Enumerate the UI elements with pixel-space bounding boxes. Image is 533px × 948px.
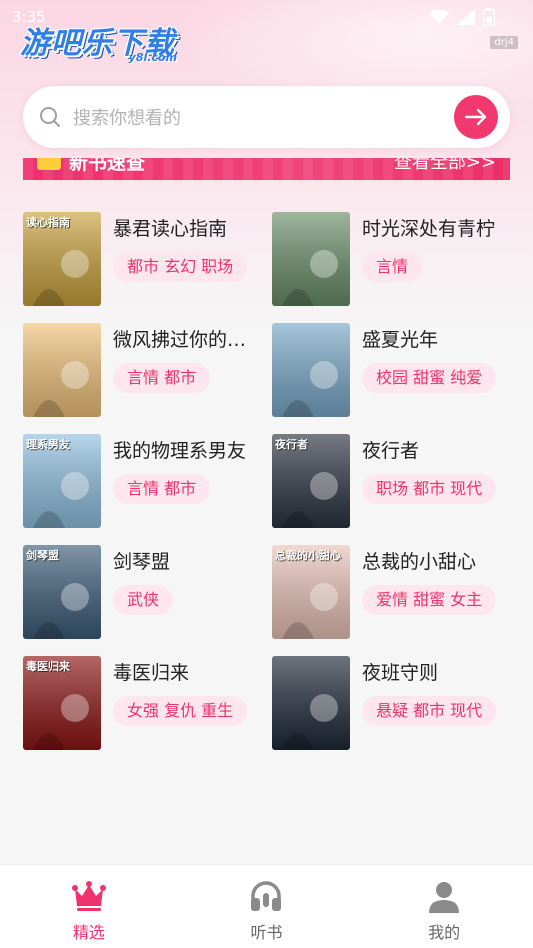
book-card[interactable]: 微风拂过你的… 言情 都市 <box>23 323 263 419</box>
search-icon <box>40 107 60 127</box>
book-card[interactable]: 夜班守则悬疑 都市 现代 <box>272 656 512 752</box>
book-cover[interactable] <box>272 212 350 306</box>
book-card[interactable]: 时光深处有青柠 言情 <box>272 212 512 308</box>
book-card[interactable]: 总裁的小甜心 总裁的小甜心爱情 甜蜜 女主 <box>272 545 512 641</box>
book-title[interactable]: 总裁的小甜心 <box>362 549 507 575</box>
book-card[interactable]: 毒医归来 毒医归来女强 复仇 重生 <box>23 656 263 752</box>
view-all-link[interactable]: 查看全部>> <box>394 158 496 174</box>
book-card[interactable]: 剑琴盟 剑琴盟武侠 <box>23 545 263 641</box>
book-title[interactable]: 夜班守则 <box>362 660 507 686</box>
book-tags: 女强 复仇 重生 <box>113 696 248 726</box>
search-input[interactable]: 搜索你想看的 <box>73 104 454 130</box>
book-icon <box>37 158 61 170</box>
cover-title-text: 剑琴盟 <box>26 549 59 562</box>
book-cover[interactable]: 总裁的小甜心 <box>272 545 350 639</box>
book-title[interactable]: 盛夏光年 <box>362 327 507 353</box>
book-title[interactable]: 我的物理系男友 <box>113 438 258 464</box>
book-card[interactable]: 盛夏光年校园 甜蜜 纯爱 <box>272 323 512 419</box>
signal-icon <box>457 9 475 25</box>
crown-icon <box>71 881 106 911</box>
wifi-icon <box>429 9 449 24</box>
logo-subtext: y8l.com <box>128 51 177 64</box>
cover-title-text: 夜行者 <box>275 438 308 451</box>
book-cover[interactable] <box>272 656 350 750</box>
app-logo: 游吧乐下载 y8l.com <box>20 18 185 68</box>
book-tags: 言情 都市 <box>113 474 211 504</box>
book-title[interactable]: 暴君读心指南 <box>113 216 258 242</box>
book-card[interactable]: 读心指南 暴君读心指南都市 玄幻 职场 <box>23 212 263 308</box>
user-icon <box>429 882 460 913</box>
book-cover[interactable]: 夜行者 <box>272 434 350 528</box>
book-tags: 武侠 <box>113 585 174 615</box>
search-submit-button[interactable] <box>454 95 498 139</box>
book-title[interactable]: 剑琴盟 <box>113 549 258 575</box>
cover-title-text: 毒医归来 <box>26 660 70 673</box>
cover-title-text: 理系男友 <box>26 438 70 451</box>
section-title: 新书速查 <box>69 158 146 174</box>
book-cover[interactable]: 毒医归来 <box>23 656 101 750</box>
tab-label: 我的 <box>428 923 461 942</box>
bottom-tab-bar: 精选 听书 我的 <box>0 864 533 948</box>
tab-audiobook[interactable]: 听书 <box>206 865 326 943</box>
book-cover[interactable] <box>23 323 101 417</box>
book-title[interactable]: 毒医归来 <box>113 660 258 686</box>
book-card[interactable]: 夜行者 夜行者职场 都市 现代 <box>272 434 512 530</box>
tab-label: 精选 <box>72 923 105 942</box>
arrow-right-icon <box>464 108 487 126</box>
book-title[interactable]: 微风拂过你的… <box>113 327 258 353</box>
book-title[interactable]: 时光深处有青柠 <box>362 216 507 242</box>
tab-profile[interactable]: 我的 <box>384 865 504 943</box>
book-cover[interactable]: 理系男友 <box>23 434 101 528</box>
watermark: drj4 <box>490 36 518 49</box>
search-bar[interactable]: 搜索你想看的 <box>23 86 510 148</box>
book-tags: 校园 甜蜜 纯爱 <box>362 363 497 393</box>
headphones-icon <box>251 881 282 911</box>
battery-icon <box>483 8 495 26</box>
book-cover[interactable] <box>272 323 350 417</box>
cover-title-text: 总裁的小甜心 <box>275 549 341 562</box>
book-tags: 职场 都市 现代 <box>362 474 497 504</box>
book-cover[interactable]: 读心指南 <box>23 212 101 306</box>
book-cover[interactable]: 剑琴盟 <box>23 545 101 639</box>
tab-label: 听书 <box>250 923 283 942</box>
new-books-banner: 新书速查 查看全部>> <box>23 158 510 196</box>
book-card[interactable]: 理系男友 我的物理系男友言情 都市 <box>23 434 263 530</box>
cover-title-text: 读心指南 <box>26 216 70 229</box>
book-title[interactable]: 夜行者 <box>362 438 507 464</box>
book-tags: 悬疑 都市 现代 <box>362 696 497 726</box>
book-tags: 爱情 甜蜜 女主 <box>362 585 497 615</box>
book-tags: 言情 都市 <box>113 363 211 393</box>
tab-featured[interactable]: 精选 <box>29 865 149 943</box>
book-tags: 言情 <box>362 252 423 282</box>
book-tags: 都市 玄幻 职场 <box>113 252 248 282</box>
